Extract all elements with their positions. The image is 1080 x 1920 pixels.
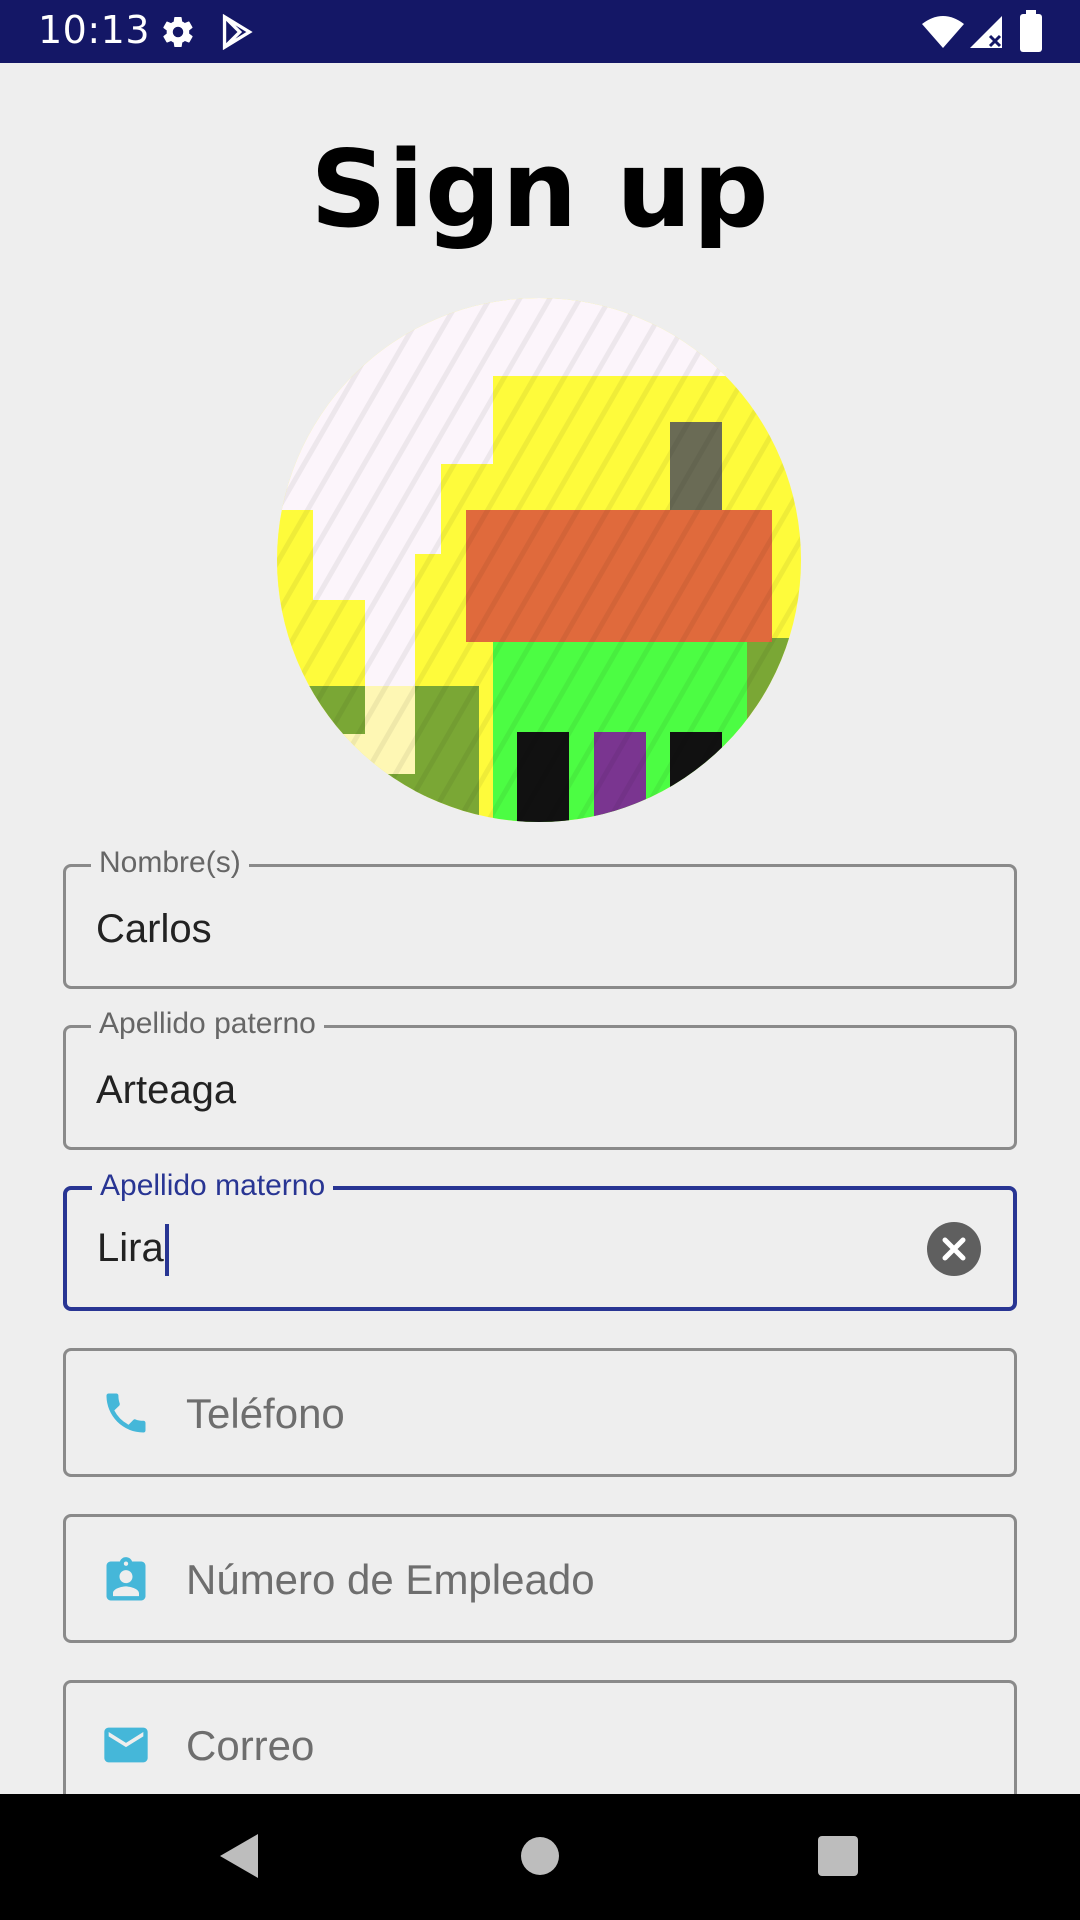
phone-icon: [106, 1393, 146, 1433]
avatar[interactable]: [277, 298, 801, 822]
badge-icon: [106, 1557, 146, 1601]
page-title: Sign up: [310, 128, 770, 251]
email-placeholder: Correo: [186, 1722, 315, 1769]
mail-icon: [104, 1727, 148, 1763]
paternal-last-name-label: Apellido paterno: [91, 1004, 324, 1044]
sign-up-screen: 10:13 Sign up Nombre(s) Carlos Apellido …: [0, 0, 1080, 1920]
status-bar: 10:13: [0, 0, 1080, 63]
text-caret: [164, 1224, 169, 1277]
maternal-last-name-value: Lira: [97, 1226, 164, 1270]
recents-icon[interactable]: [808, 1826, 868, 1886]
paternal-last-name-value[interactable]: Arteaga: [96, 1066, 236, 1114]
cell-signal-icon: [970, 16, 1002, 48]
first-name-field[interactable]: Nombre(s) Carlos: [63, 843, 1017, 989]
phone-placeholder: Teléfono: [186, 1390, 345, 1437]
maternal-last-name-input[interactable]: Lira: [97, 1224, 169, 1277]
clear-button[interactable]: [927, 1222, 981, 1276]
back-icon[interactable]: [210, 1826, 270, 1886]
employee-number-placeholder: Número de Empleado: [186, 1556, 595, 1603]
phone-field[interactable]: Teléfono: [63, 1348, 1017, 1477]
clear-icon: [942, 1237, 966, 1261]
pixel-art-avatar-icon: [277, 298, 801, 822]
first-name-label: Nombre(s): [91, 843, 249, 883]
wifi-icon: [922, 16, 964, 48]
maternal-last-name-label: Apellido materno: [92, 1166, 334, 1206]
employee-number-field[interactable]: Número de Empleado: [63, 1514, 1017, 1643]
play-store-icon: [222, 14, 253, 50]
maternal-last-name-field[interactable]: Apellido materno Lira: [63, 1166, 1017, 1311]
battery-icon: [1020, 10, 1042, 52]
first-name-value[interactable]: Carlos: [96, 905, 212, 953]
gear-icon: [163, 17, 193, 48]
status-time: 10:13: [38, 8, 151, 52]
navigation-bar: [0, 1794, 1080, 1920]
home-icon[interactable]: [510, 1826, 570, 1886]
paternal-last-name-field[interactable]: Apellido paterno Arteaga: [63, 1004, 1017, 1150]
